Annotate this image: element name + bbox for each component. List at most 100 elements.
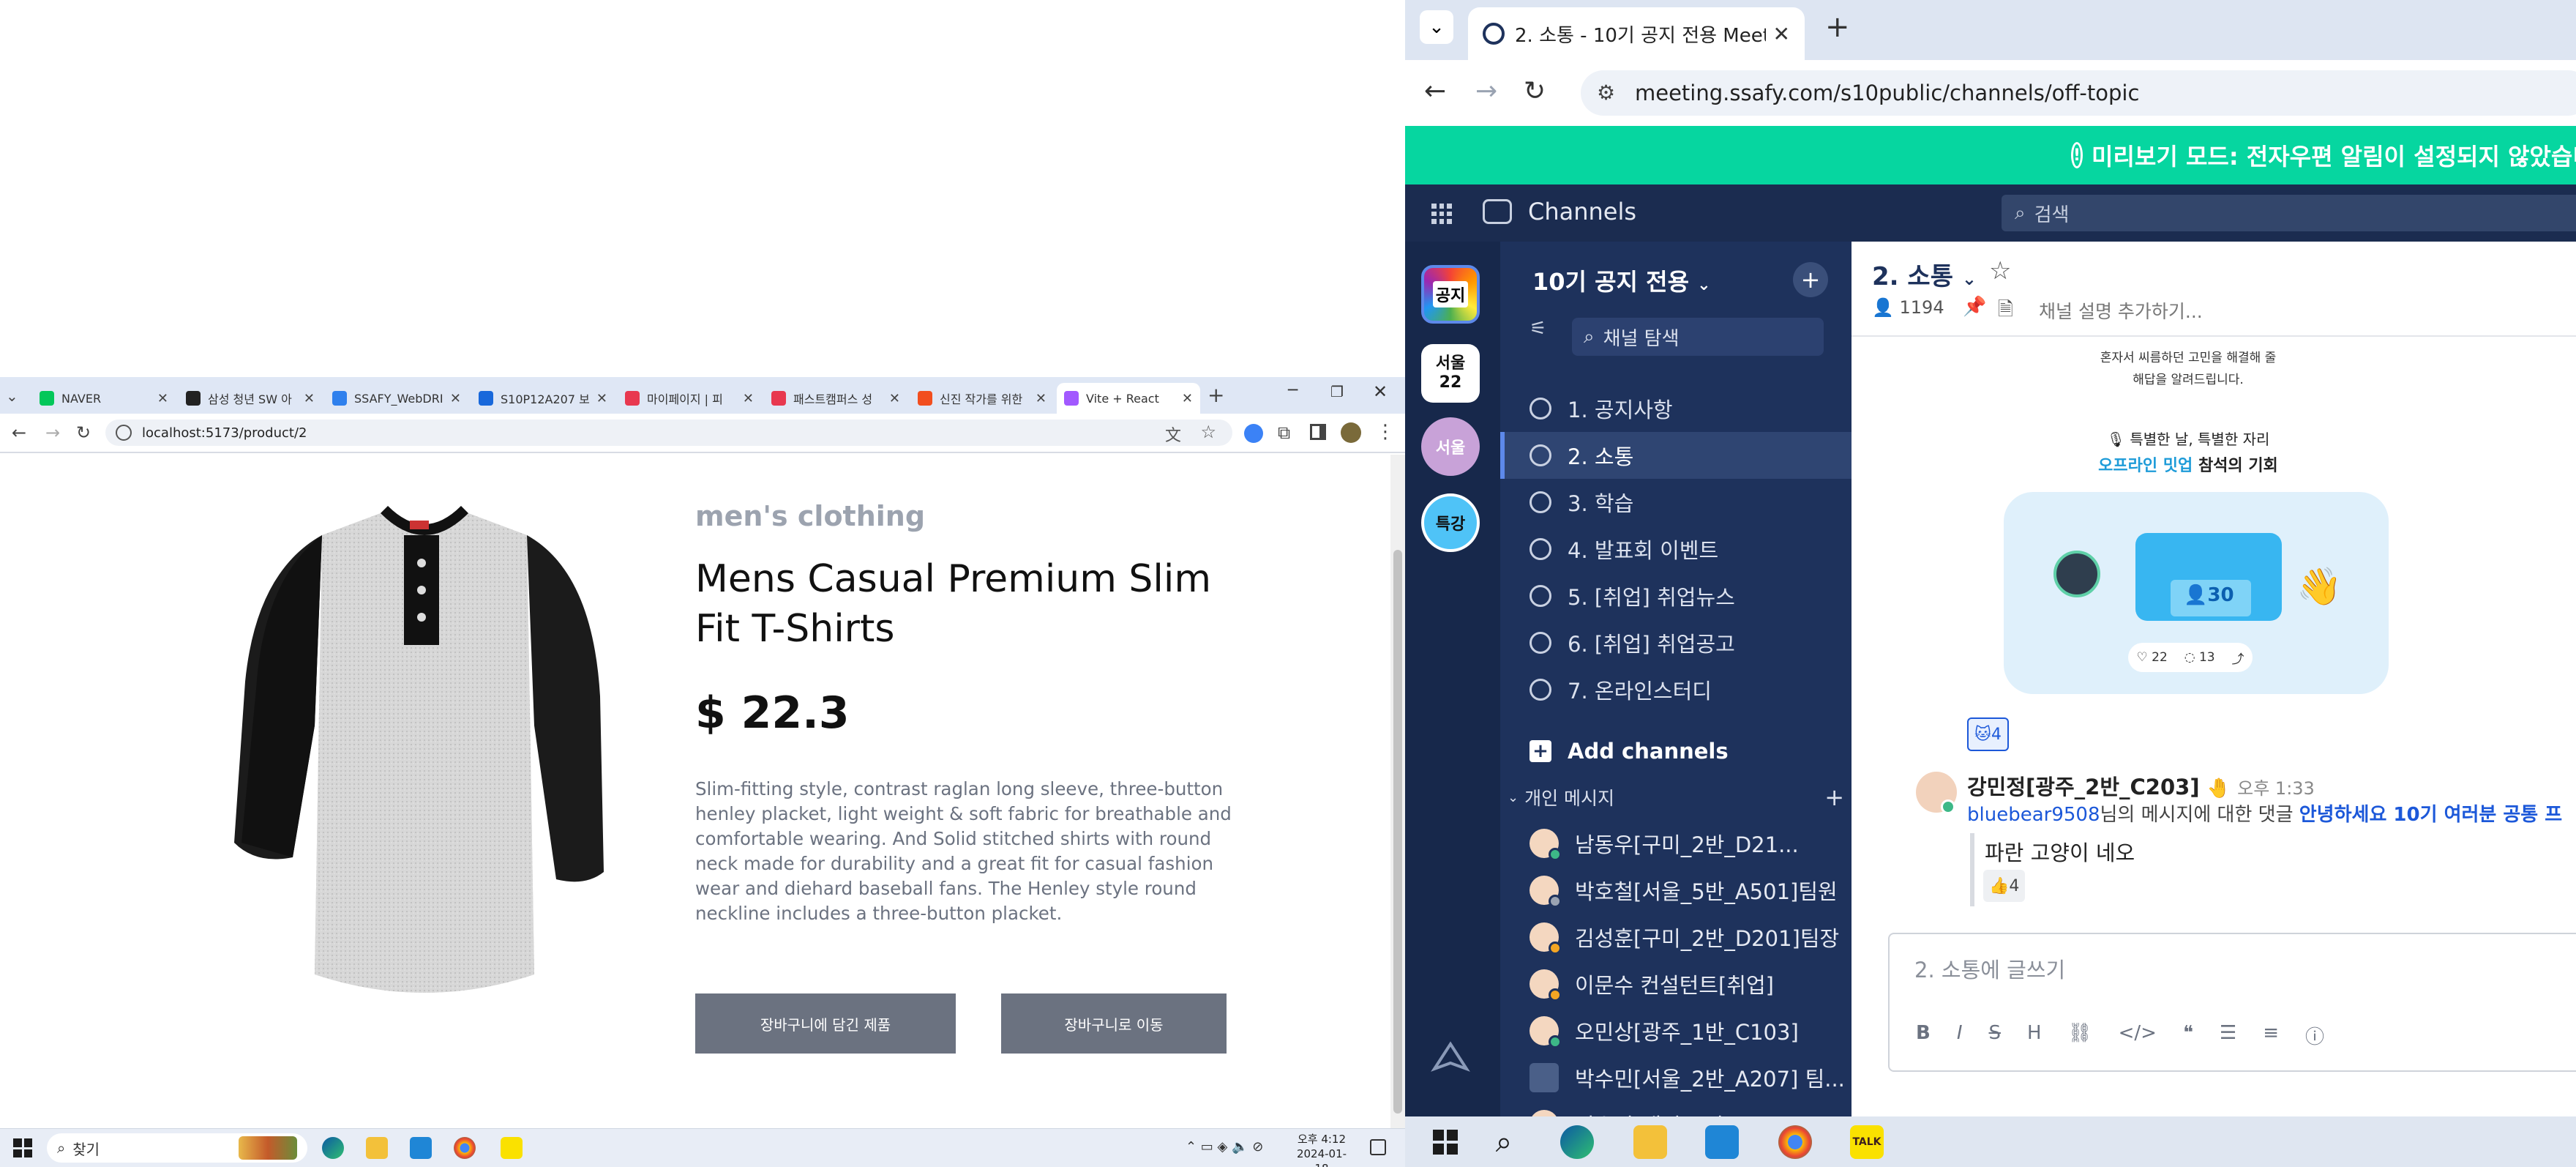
close-window-icon[interactable]: ✕ [1373, 381, 1388, 402]
tab-search-chevron-icon[interactable]: ⌄ [6, 387, 18, 405]
sidebar-item-dm[interactable]: 박수민[서울_2반_A207] 팀... [1500, 1054, 1852, 1101]
close-tab-icon[interactable]: ✕ [743, 391, 754, 406]
forward-icon[interactable]: → [1475, 76, 1497, 106]
pin-icon[interactable]: 📌 [1963, 296, 1986, 318]
browser-tab[interactable]: NAVER ✕ [32, 383, 176, 414]
cart-items-button[interactable]: 장바구니에 담긴 제품 [695, 993, 956, 1054]
sidebar-item-channel[interactable]: 2. 소통 [1500, 432, 1852, 479]
site-info-icon[interactable] [116, 425, 132, 441]
add-dm-icon[interactable]: + [1824, 783, 1844, 811]
strikethrough-icon[interactable]: S [1989, 1022, 2002, 1049]
sidebar-item-channel[interactable]: 7. 온라인스터디 [1500, 666, 1852, 713]
tab-search-chevron-icon[interactable]: ⌄ [1420, 10, 1453, 44]
browser-tab[interactable]: SSAFY_WebDRI ✕ [325, 383, 468, 414]
go-to-cart-button[interactable]: 장바구니로 이동 [1001, 993, 1227, 1054]
new-tab-button[interactable]: + [1208, 383, 1224, 407]
extension-icon[interactable] [1244, 424, 1263, 443]
reload-icon[interactable]: ↻ [76, 422, 91, 443]
global-search-input[interactable]: ⌕ 검색 [2002, 195, 2576, 231]
heading-icon[interactable]: H [2027, 1022, 2042, 1049]
kakaotalk-icon[interactable] [501, 1137, 523, 1159]
vscode-icon[interactable] [1705, 1125, 1739, 1159]
message-list[interactable]: 혼자서 씨름하던 고민을 해결해 줄 해답을 알려드립니다. 🎙 특별한 날, … [1852, 338, 2576, 968]
close-tab-icon[interactable]: ✕ [304, 391, 315, 406]
tray-icons[interactable]: ⌃ ▭ ◈ 🔈 ⊘ [1186, 1139, 1263, 1155]
edge-icon[interactable] [322, 1137, 344, 1159]
sidebar-item-channel[interactable]: 6. [취업] 취업공고 [1500, 619, 1852, 666]
post-image-illustration[interactable]: 👤30 👋 ♡ 22 ◌ 13 ⤴ [2004, 492, 2389, 694]
browser-tab[interactable]: 마이페이지 | 피 ✕ [618, 383, 761, 414]
browser-tab[interactable]: 신진 작가를 위한 ✕ [910, 383, 1054, 414]
reply-root-link[interactable]: 안녕하세요 10기 여러분 공통 프 [2299, 804, 2562, 826]
reply-mention[interactable]: bluebear9508 [1967, 804, 2100, 826]
reaction-chip[interactable]: 👍 4 [1983, 870, 2026, 902]
search-icon[interactable]: ⌕ [1487, 1125, 1521, 1159]
link-icon[interactable]: ⛓ [2068, 1022, 2092, 1049]
channel-description-placeholder[interactable]: 채널 설명 추가하기... [2039, 297, 2203, 324]
start-icon[interactable] [1429, 1125, 1462, 1159]
side-panel-icon[interactable] [1310, 424, 1326, 440]
show-formatting-info-icon[interactable]: ⓘ [2305, 1022, 2324, 1049]
sidebar-item-channel[interactable]: 1. 공지사항 [1500, 385, 1852, 432]
close-tab-icon[interactable]: ✕ [157, 391, 168, 406]
edge-icon[interactable] [1560, 1125, 1594, 1159]
chrome-menu-icon[interactable]: ⋮ [1376, 421, 1395, 443]
close-tab-icon[interactable]: ✕ [1773, 22, 1790, 46]
chrome-icon[interactable] [1778, 1125, 1812, 1159]
post-time[interactable]: 오후 1:33 [2237, 778, 2315, 799]
bullet-list-icon[interactable]: ☰ [2220, 1022, 2236, 1049]
chrome-icon[interactable] [454, 1137, 476, 1159]
channel-name-menu[interactable]: 2. 소통 ⌄ [1872, 256, 1977, 292]
url-field[interactable]: ⚙ meeting.ssafy.com/s10public/channels/o… [1581, 70, 2576, 116]
numbered-list-icon[interactable]: ≡ [2263, 1022, 2279, 1049]
file-explorer-icon[interactable] [1633, 1125, 1667, 1159]
add-button[interactable]: + [1793, 262, 1828, 297]
bold-icon[interactable]: B [1916, 1022, 1931, 1049]
site-info-icon[interactable]: ⚙ [1597, 81, 1615, 105]
clock[interactable]: 오후 4:12 2024-01-18 [1292, 1132, 1351, 1167]
extensions-puzzle-icon[interactable]: ⧉ [1278, 422, 1290, 443]
files-icon[interactable]: 🗎 [1998, 296, 2013, 328]
filter-icon[interactable]: ⚟ [1530, 318, 1546, 340]
sidebar-item-dm[interactable]: 오민상[광주_1반_C103] [1500, 1007, 1852, 1054]
reaction-chip[interactable]: 🐱 4 [1967, 717, 2009, 751]
close-tab-icon[interactable]: ✕ [889, 391, 900, 406]
close-tab-icon[interactable]: ✕ [450, 391, 461, 406]
team-button-special[interactable]: 특강 [1421, 493, 1480, 552]
forward-icon[interactable]: → [45, 422, 60, 443]
notification-icon[interactable] [1370, 1139, 1386, 1155]
kakaotalk-icon[interactable]: TALK [1850, 1125, 1884, 1159]
team-name-menu[interactable]: 10기 공지 전용 ⌄ [1532, 264, 1711, 297]
dm-section-header[interactable]: ⌄ 개인 메시지 + [1508, 783, 1844, 811]
url-field[interactable]: localhost:5173/product/2 文 ☆ [105, 420, 1232, 446]
bookmark-star-icon[interactable]: ☆ [1200, 422, 1216, 442]
translate-icon[interactable]: 文 [1165, 422, 1181, 446]
browser-tab[interactable]: 삼성 청년 SW 아 ✕ [179, 383, 322, 414]
favorite-star-icon[interactable]: ☆ [1989, 256, 2011, 286]
sidebar-item-dm[interactable]: 이문수 컨설턴트[취업] [1500, 961, 1852, 1007]
close-tab-icon[interactable]: ✕ [596, 391, 607, 406]
add-channels-button[interactable]: + Add channels [1530, 731, 1822, 772]
quote-icon[interactable]: ❝ [2183, 1022, 2193, 1049]
browser-tab[interactable]: 패스트캠퍼스 성 ✕ [764, 383, 907, 414]
product-menu-grid-icon[interactable] [1431, 204, 1452, 224]
new-tab-button[interactable]: + [1825, 10, 1850, 44]
browser-tab[interactable]: S10P12A207 보 ✕ [471, 383, 615, 414]
taskbar-search-box[interactable]: ⌕ 찾기 [47, 1133, 307, 1163]
team-button-notice[interactable]: 공지 [1421, 265, 1480, 324]
message-composer[interactable]: 2. 소통에 글쓰기 B I S H ⛓ </> ❝ ☰ ≡ ⓘ [1888, 933, 2576, 1072]
sidebar-item-channel[interactable]: 3. 학습 [1500, 479, 1852, 526]
back-icon[interactable]: ← [1424, 76, 1446, 106]
back-icon[interactable]: ← [12, 422, 26, 443]
sidebar-item-dm[interactable]: 박호철[서울_5반_A501]팀원 [1500, 867, 1852, 914]
sidebar-item-dm[interactable]: 남동우[구미_2반_D21... [1500, 820, 1852, 867]
browse-channels-button[interactable]: ⌕ 채널 탐색 [1572, 318, 1824, 356]
member-count-button[interactable]: 👤 1194 [1872, 297, 1944, 318]
browser-tab[interactable]: Vite + React ✕ [1057, 383, 1200, 414]
team-button-seoul22[interactable]: 서울 22 [1421, 344, 1480, 403]
reload-icon[interactable]: ↻ [1524, 76, 1546, 106]
post-author[interactable]: 강민정[광주_2반_C203] [1967, 775, 2200, 799]
file-explorer-icon[interactable] [366, 1137, 388, 1159]
start-icon[interactable] [13, 1138, 32, 1157]
tab-mattermost[interactable]: 2. 소통 - 10기 공지 전용 Meet ✕ [1468, 7, 1805, 60]
